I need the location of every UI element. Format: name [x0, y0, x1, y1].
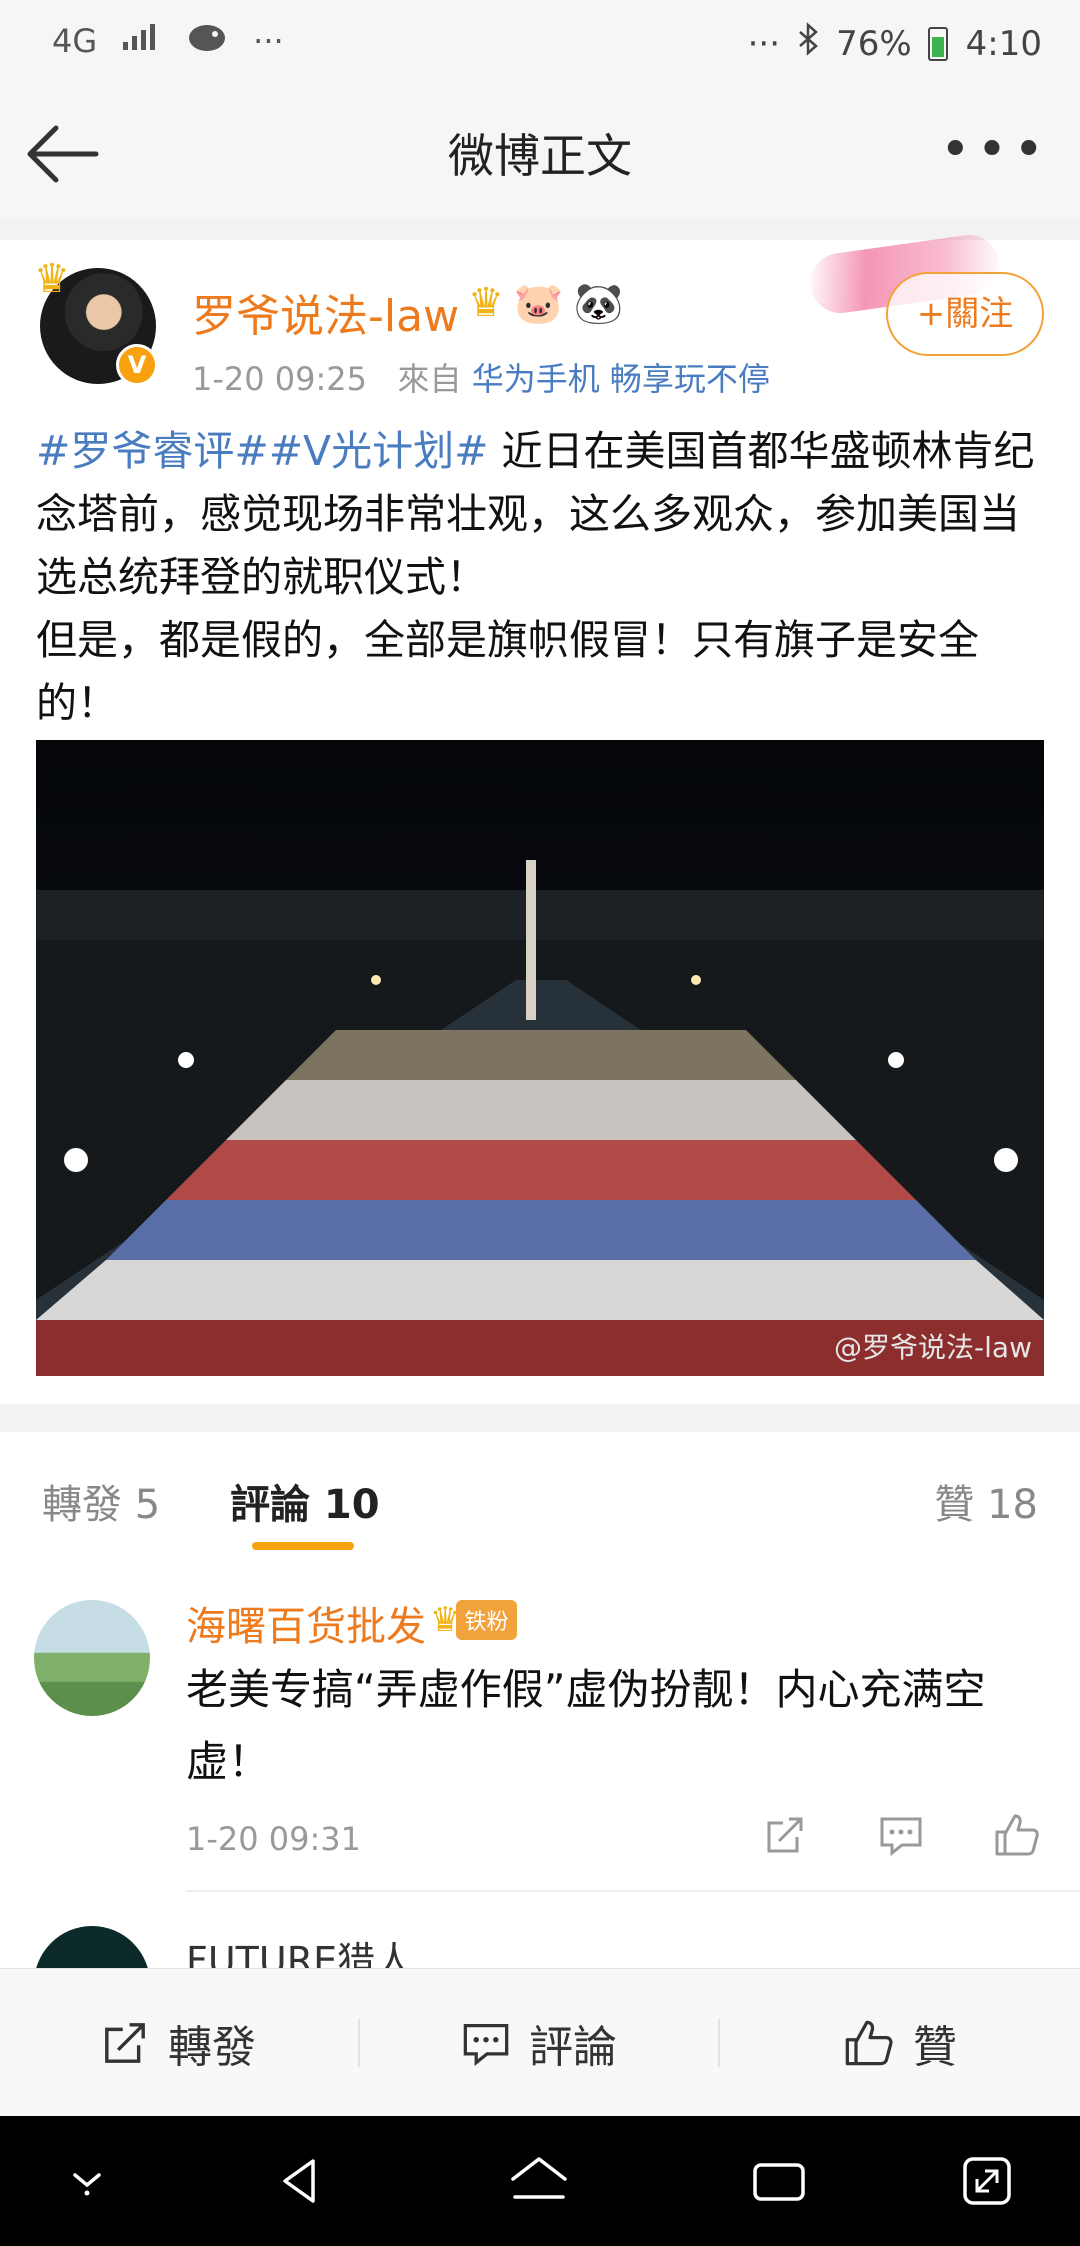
more-options-button[interactable]: •••: [940, 124, 1050, 176]
tab-comments[interactable]: 評論 10: [230, 1472, 380, 1530]
author-avatar[interactable]: ♛ V: [34, 256, 158, 386]
comment-item: FUTURE猎人: [0, 1894, 1080, 1968]
tab-likes[interactable]: 贊 18: [934, 1472, 1038, 1530]
comment-icon: [463, 2023, 509, 2066]
commenter-name[interactable]: 海曙百货批发: [186, 1594, 426, 1652]
pig-emoji-icon: 🐷: [513, 281, 564, 327]
bottom-action-bar: 轉發 評論 贊: [0, 1968, 1080, 2117]
nav-expand-button[interactable]: [952, 2146, 1022, 2216]
nav-home-button[interactable]: [504, 2146, 574, 2216]
chevron-down-icon: [73, 2173, 101, 2196]
comment-repost-button[interactable]: [758, 1808, 812, 1862]
system-nav-bar: [0, 2116, 1080, 2246]
network-indicator: 4G: [52, 22, 98, 60]
nav-hide-button[interactable]: [52, 2146, 122, 2216]
comment-label: 評論: [529, 2022, 617, 2073]
post-hashtags[interactable]: #罗爷睿评##V光计划#: [36, 427, 488, 475]
fan-badge: ♛ 铁粉: [430, 1600, 517, 1640]
member-crown-icon: ♛: [468, 280, 504, 326]
bluetooth-icon: [796, 22, 820, 65]
commenter-avatar[interactable]: [34, 1926, 150, 1968]
status-left: 4G ···: [52, 20, 284, 62]
status-bar: 4G ··· ··· 76% 4:10: [0, 0, 1080, 90]
post-body: #罗爷睿评##V光计划# 近日在美国首都华盛顿林肯纪念塔前，感觉现场非常壮观，这…: [36, 420, 1046, 735]
recents-icon: [753, 2163, 805, 2201]
separator: [0, 218, 1080, 240]
nav-back-icon: [283, 2159, 315, 2203]
comment-text: 老美专搞“弄虚作假”虚伪扮靓！内心充满空虚！: [186, 1665, 986, 1786]
app-notification-icon: [185, 20, 229, 62]
fan-badge-label: 铁粉: [456, 1600, 517, 1640]
comment-divider: [186, 1890, 1080, 1892]
comment-like-button[interactable]: [990, 1808, 1044, 1862]
post-time: 1-20 09:25: [192, 360, 368, 398]
active-tab-indicator: [252, 1542, 354, 1550]
tab-repost[interactable]: 轉發 5: [42, 1472, 160, 1530]
separator: [0, 1404, 1080, 1432]
like-button[interactable]: 贊: [720, 1969, 1080, 2117]
comment-button[interactable]: 評論: [360, 1969, 718, 2117]
share-icon: [105, 2023, 145, 2063]
image-watermark: @罗爷说法-law: [834, 1331, 1032, 1364]
home-icon: [511, 2157, 567, 2199]
expand-icon: [963, 2157, 1011, 2205]
national-mall-flags-photo: [36, 740, 1044, 1376]
status-right: ··· 76% 4:10: [748, 22, 1042, 65]
title-bar: 微博正文 •••: [0, 90, 1080, 219]
weibo-post-page: 4G ··· ··· 76% 4:10 微博正文 ••• ♛ V 罗爷说法-la…: [0, 0, 1080, 2246]
post-image[interactable]: @罗爷说法-law: [36, 740, 1044, 1376]
post-card: ♛ V 罗爷说法-law ♛ 🐷 🐼 1-20 09:25 來自 华为手机 畅享…: [0, 231, 1080, 1404]
battery-percent: 76%: [836, 23, 912, 64]
commenter-name[interactable]: FUTURE猎人: [186, 1930, 413, 1968]
thumbs-up-icon: [845, 2020, 893, 2066]
like-label: 贊: [913, 2022, 957, 2073]
page-title: 微博正文: [448, 129, 632, 183]
share-icon: [767, 1817, 803, 1853]
post-meta: 1-20 09:25 來自 华为手机 畅享玩不停: [192, 354, 770, 400]
thumbs-up-icon: [995, 1814, 1039, 1856]
status-more: ···: [747, 23, 781, 64]
interaction-tabs: 轉發 5 評論 10 贊 18: [0, 1432, 1080, 1563]
comment-reply-button[interactable]: [874, 1808, 928, 1862]
post-source[interactable]: 华为手机 畅享玩不停: [472, 360, 770, 398]
nav-recents-button[interactable]: [744, 2146, 814, 2216]
nav-back-button[interactable]: [266, 2146, 336, 2216]
repost-label: 轉發: [168, 2022, 256, 2073]
comment-actions: [758, 1808, 1044, 1862]
panda-emoji-icon: 🐼: [573, 281, 624, 327]
verified-v-icon: V: [116, 344, 158, 386]
commenter-avatar[interactable]: [34, 1600, 150, 1716]
follow-button[interactable]: +關注: [886, 272, 1044, 356]
comment-item: 海曙百货批发 ♛ 铁粉 老美专搞“弄虚作假”虚伪扮靓！内心充满空虚！ 1-20 …: [0, 1562, 1080, 1892]
more-notifications: ···: [253, 22, 284, 60]
clock: 4:10: [965, 23, 1042, 64]
repost-button[interactable]: 轉發: [0, 1969, 356, 2117]
post-body-text-2: 但是，都是假的，全部是旗帜假冒！只有旗子是安全的！: [36, 616, 979, 727]
author-name[interactable]: 罗爷说法-law: [192, 280, 459, 344]
battery-icon: [927, 26, 948, 61]
source-prefix: 來自: [397, 360, 462, 398]
reply-icon: [880, 1817, 922, 1857]
crown-icon: ♛: [34, 256, 70, 302]
signal-icon: [121, 22, 161, 60]
comment-time: 1-20 09:31: [186, 1820, 362, 1858]
author-badges: ♛ 🐷 🐼: [468, 280, 623, 327]
